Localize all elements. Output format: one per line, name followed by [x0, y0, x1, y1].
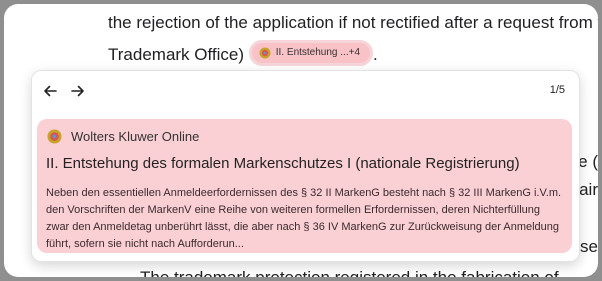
- wolters-kluwer-logo-icon: [259, 47, 271, 59]
- citation-chip-label: II. Entstehung ...+4: [275, 47, 361, 58]
- document-line-3: The trademark protection registered in t…: [140, 267, 559, 277]
- document-line-1: the rejection of the application if not …: [108, 13, 598, 32]
- document-fragment-2: air: [579, 180, 598, 199]
- pager-indicator: 1/5: [549, 84, 565, 96]
- document-fragment-3: se: [580, 237, 598, 256]
- citation-popup: 1/5 Wolters Kluwer Online II. Entstehung…: [31, 70, 580, 262]
- arrow-right-icon: [71, 85, 84, 97]
- forward-button[interactable]: [68, 81, 88, 101]
- source-excerpt: Neben den essentiellen Anmeldeerforderni…: [46, 187, 562, 250]
- document-line-2-end: .: [373, 45, 378, 64]
- arrow-left-icon: [44, 85, 57, 97]
- popup-nav: 1/5: [32, 71, 579, 111]
- document-fragment-1: e (: [578, 152, 598, 171]
- source-title[interactable]: II. Entstehung des formalen Markenschutz…: [46, 155, 520, 172]
- screenshot-frame: the rejection of the application if not …: [4, 4, 598, 277]
- source-name: Wolters Kluwer Online: [71, 128, 200, 144]
- document-line-2: Trademark Office) II. Entstehung ...+4 .: [108, 40, 378, 66]
- back-button[interactable]: [40, 81, 60, 101]
- source-card[interactable]: Wolters Kluwer Online II. Entstehung des…: [37, 119, 572, 253]
- citation-chip[interactable]: II. Entstehung ...+4: [248, 40, 374, 66]
- document-line-2-text: Trademark Office): [108, 45, 245, 64]
- wolters-kluwer-logo-icon: [47, 128, 62, 144]
- source-header: Wolters Kluwer Online: [47, 127, 199, 145]
